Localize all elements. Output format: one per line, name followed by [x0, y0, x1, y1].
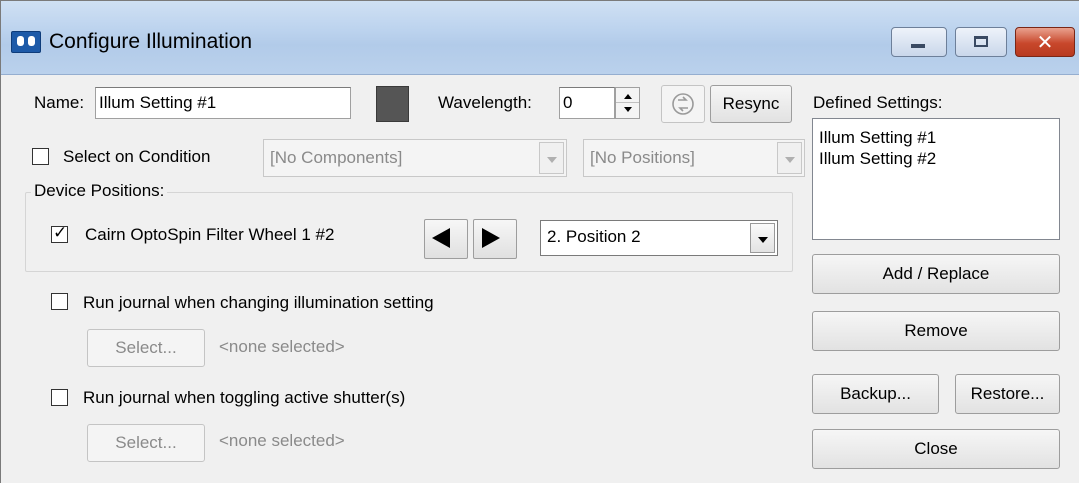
position-combo-value: 2. Position 2: [547, 227, 641, 246]
defined-settings-label: Defined Settings:: [813, 93, 943, 112]
triangle-left-icon: [432, 228, 450, 248]
device-checkbox[interactable]: ✓: [51, 223, 68, 243]
wavelength-label: Wavelength:: [438, 93, 532, 112]
list-item[interactable]: Illum Setting #1: [819, 127, 1053, 148]
app-logo-icon: [11, 31, 41, 53]
run-journal-toggling-label: Run journal when toggling active shutter…: [83, 388, 406, 407]
close-button[interactable]: Close: [812, 429, 1060, 469]
next-position-button[interactable]: [473, 219, 517, 259]
restore-button[interactable]: Restore...: [955, 374, 1060, 414]
title-bar[interactable]: Configure Illumination ✕: [1, 1, 1079, 75]
components-combo[interactable]: [No Components]: [263, 139, 567, 177]
triangle-right-icon: [482, 228, 500, 248]
spin-up-icon[interactable]: [616, 88, 639, 103]
wavelength-stepper[interactable]: [615, 87, 640, 119]
configure-illumination-dialog: Configure Illumination ✕ Name: Illum Set…: [0, 0, 1079, 483]
wavelength-input[interactable]: 0: [559, 87, 615, 119]
window-title: Configure Illumination: [49, 30, 253, 53]
selected-journal-changing: <none selected>: [219, 337, 345, 356]
list-item[interactable]: Illum Setting #2: [819, 148, 1053, 169]
select-journal-changing-button[interactable]: Select...: [87, 329, 205, 367]
minimize-icon: [911, 44, 925, 48]
position-combo[interactable]: 2. Position 2: [540, 220, 778, 256]
run-journal-changing-label: Run journal when changing illumination s…: [83, 293, 434, 312]
positions-combo[interactable]: [No Positions]: [583, 139, 805, 177]
remove-button[interactable]: Remove: [812, 311, 1060, 351]
defined-settings-list[interactable]: Illum Setting #1 Illum Setting #2: [812, 118, 1060, 240]
backup-button[interactable]: Backup...: [812, 374, 939, 414]
chevron-down-icon[interactable]: [777, 142, 802, 174]
previous-position-button[interactable]: [424, 219, 468, 259]
refresh-button[interactable]: [661, 85, 705, 123]
chevron-down-icon[interactable]: [750, 223, 775, 253]
device-label: Cairn OptoSpin Filter Wheel 1 #2: [85, 225, 335, 244]
maximize-button[interactable]: [955, 27, 1007, 57]
name-input[interactable]: Illum Setting #1: [95, 87, 351, 119]
select-on-condition-label: Select on Condition: [63, 147, 211, 166]
select-on-condition-checkbox[interactable]: [32, 148, 49, 165]
positions-combo-value: [No Positions]: [590, 148, 695, 167]
selected-journal-toggling: <none selected>: [219, 431, 345, 450]
chevron-down-icon[interactable]: [539, 142, 564, 174]
refresh-icon: [672, 93, 694, 115]
name-label: Name:: [34, 93, 85, 112]
run-journal-toggling-checkbox[interactable]: [51, 389, 68, 406]
run-journal-changing-checkbox[interactable]: [51, 293, 68, 310]
color-swatch[interactable]: [376, 86, 409, 122]
close-icon: ✕: [1036, 30, 1054, 54]
close-window-button[interactable]: ✕: [1015, 27, 1075, 57]
resync-button[interactable]: Resync: [710, 85, 792, 123]
minimize-button[interactable]: [891, 27, 947, 57]
device-positions-legend: Device Positions:: [31, 181, 168, 201]
select-journal-toggling-button[interactable]: Select...: [87, 424, 205, 462]
maximize-icon: [974, 36, 988, 47]
spin-down-icon[interactable]: [616, 103, 639, 118]
add-replace-button[interactable]: Add / Replace: [812, 254, 1060, 294]
components-combo-value: [No Components]: [270, 148, 403, 167]
checkmark-icon: ✓: [53, 223, 68, 243]
